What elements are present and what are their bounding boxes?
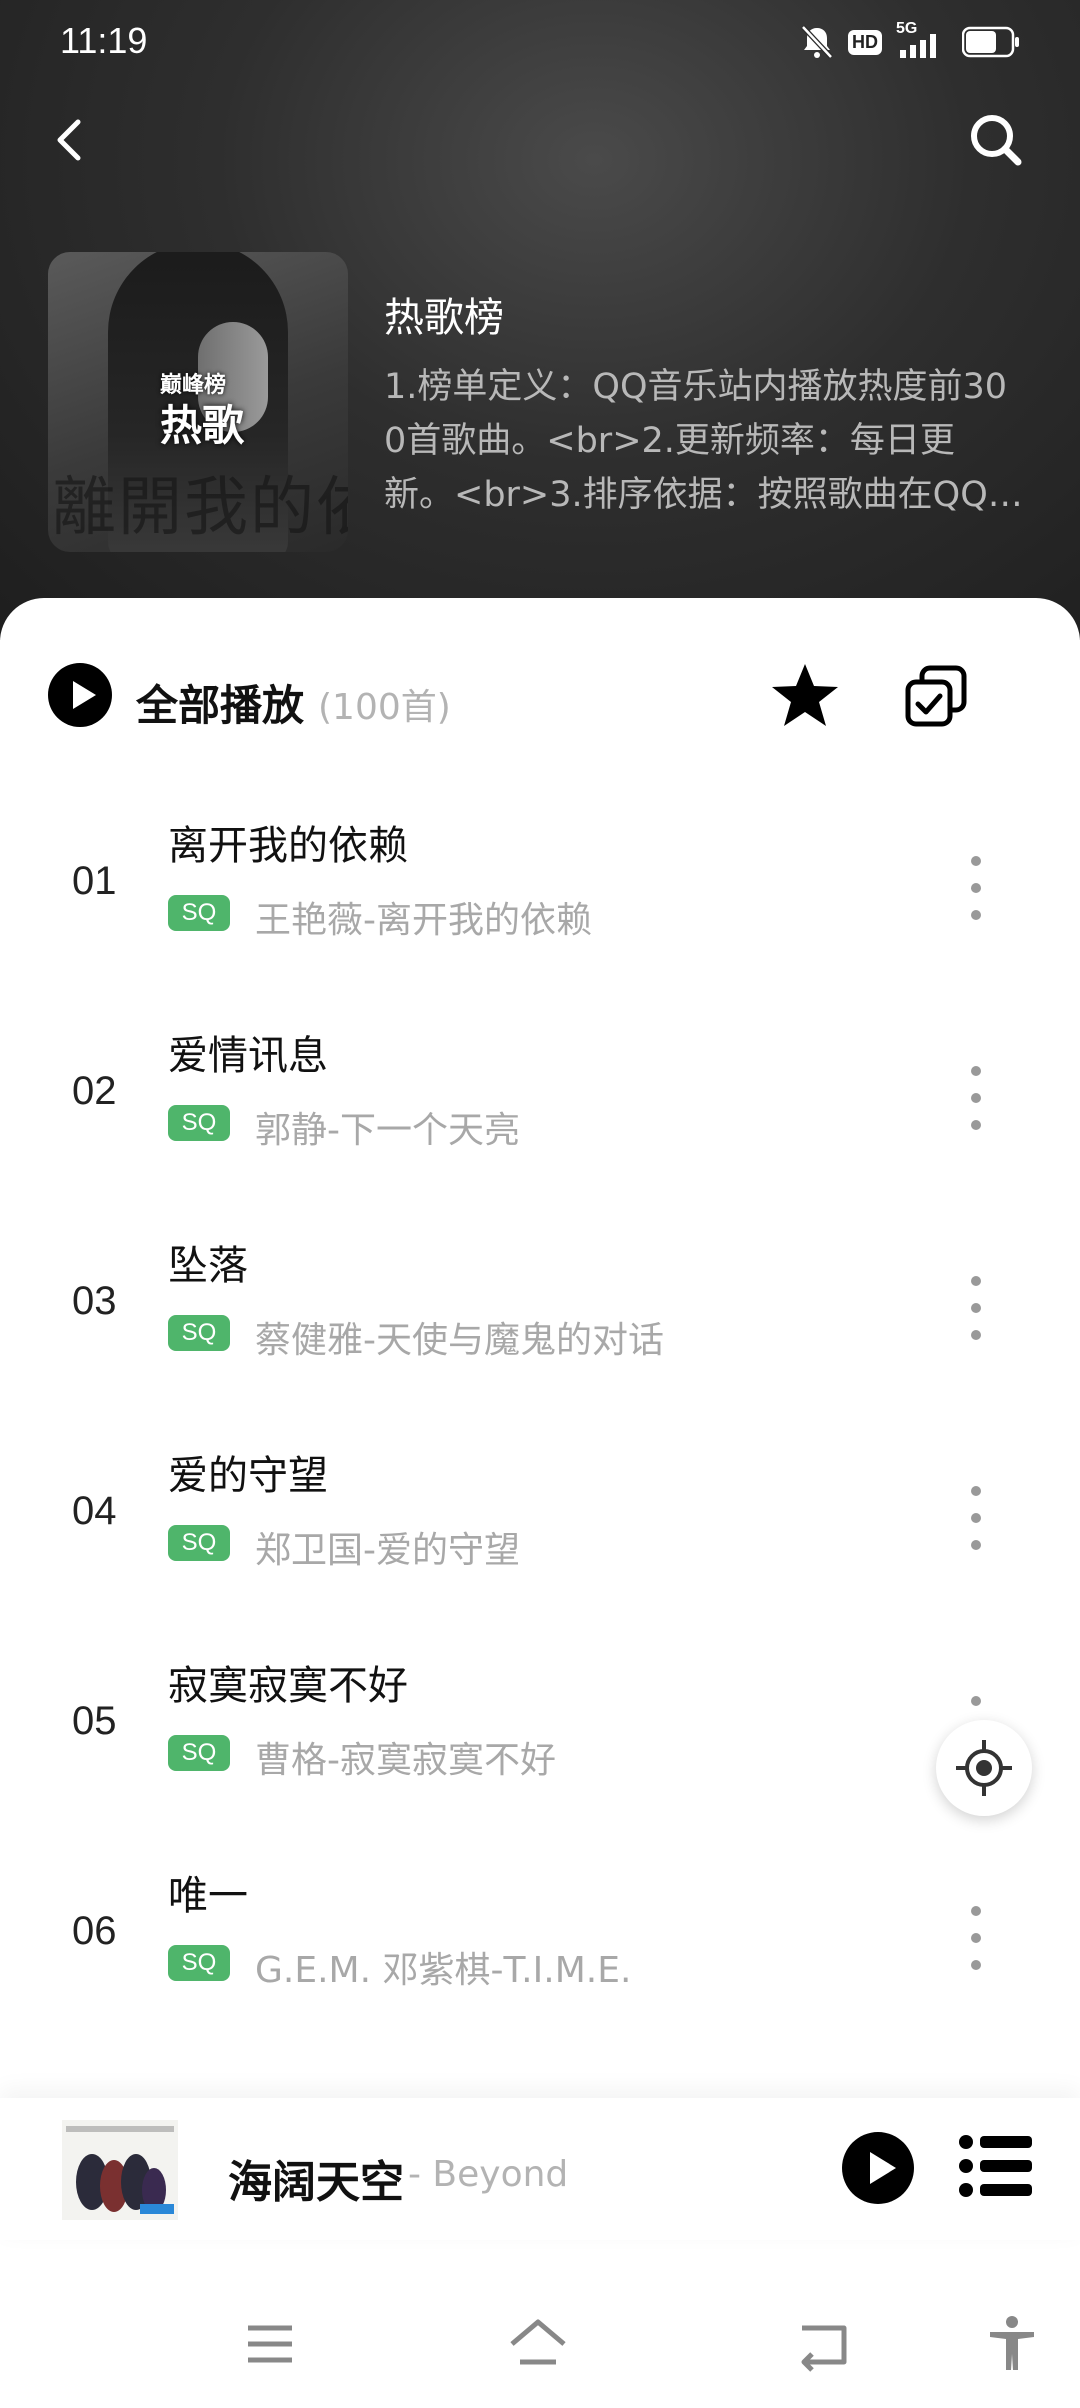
song-row[interactable]: 01 离开我的依赖 SQ 王艳薇-离开我的依赖 (0, 773, 1080, 983)
song-title: 爱情讯息 (168, 1033, 328, 1079)
song-count: (100首) (318, 687, 451, 728)
now-playing-cover[interactable] (62, 2120, 178, 2220)
play-icon[interactable] (842, 2132, 914, 2204)
more-vertical-icon[interactable] (956, 1271, 996, 1345)
sq-quality-badge: SQ (168, 1315, 230, 1351)
now-playing-artist: - Beyond (408, 2154, 569, 2195)
back-icon[interactable] (796, 2314, 856, 2374)
bell-off-icon (801, 25, 833, 59)
status-time: 11:19 (60, 20, 148, 61)
song-artist-album: 王艳薇-离开我的依赖 (255, 900, 592, 941)
song-list: 01 离开我的依赖 SQ 王艳薇-离开我的依赖 02 爱情讯息 SQ 郭静-下一… (0, 773, 1080, 2033)
status-icons: HD 5G (800, 20, 1020, 64)
accessibility-icon[interactable] (982, 2314, 1042, 2374)
song-artist-album: G.E.M. 邓紫棋-T.I.M.E. (255, 1950, 632, 1991)
search-icon[interactable] (960, 104, 1032, 176)
song-rank: 02 (72, 1069, 117, 1113)
multi-select-icon[interactable] (904, 664, 968, 728)
song-row[interactable]: 06 唯一 SQ G.E.M. 邓紫棋-T.I.M.E. (0, 1823, 1080, 2033)
more-vertical-icon[interactable] (956, 1901, 996, 1975)
play-all-icon[interactable] (48, 663, 112, 727)
menu-icon[interactable] (240, 2314, 300, 2374)
song-row[interactable]: 02 爱情讯息 SQ 郭静-下一个天亮 (0, 983, 1080, 1193)
song-rank: 04 (72, 1489, 117, 1533)
sq-quality-badge: SQ (168, 895, 230, 931)
song-title: 离开我的依赖 (168, 823, 408, 869)
more-vertical-icon[interactable] (956, 1481, 996, 1555)
song-row[interactable]: 03 坠落 SQ 蔡健雅-天使与魔鬼的对话 (0, 1193, 1080, 1403)
cover-title: 热歌 (160, 401, 245, 450)
song-artist-album: 蔡健雅-天使与魔鬼的对话 (255, 1320, 664, 1361)
locate-current-song-button[interactable] (936, 1720, 1032, 1816)
mini-player[interactable]: 海阔天空 - Beyond (0, 2098, 1080, 2240)
song-title: 坠落 (168, 1243, 248, 1289)
home-icon[interactable] (508, 2314, 568, 2374)
song-artist-album: 曹格-寂寞寂寞不好 (255, 1740, 556, 1781)
song-title: 寂寞寂寞不好 (168, 1663, 408, 1709)
sq-quality-badge: SQ (168, 1105, 230, 1141)
cover-background-text: 離開我的依賴 (52, 471, 348, 545)
now-playing-title: 海阔天空 (228, 2157, 404, 2208)
playlist-icon[interactable] (958, 2134, 1034, 2198)
song-rank: 03 (72, 1279, 117, 1323)
chart-title: 热歌榜 (384, 295, 504, 341)
hd-icon: HD (848, 29, 882, 55)
song-row[interactable]: 04 爱的守望 SQ 郑卫国-爱的守望 (0, 1403, 1080, 1613)
song-row[interactable]: 05 寂寞寂寞不好 SQ 曹格-寂寞寂寞不好 (0, 1613, 1080, 1823)
song-rank: 06 (72, 1909, 117, 1953)
star-icon[interactable] (770, 660, 840, 730)
song-rank: 05 (72, 1699, 117, 1743)
sq-quality-badge: SQ (168, 1525, 230, 1561)
song-title: 爱的守望 (168, 1453, 328, 1499)
play-all-button[interactable]: 全部播放 (136, 672, 304, 733)
song-rank: 01 (72, 859, 117, 903)
song-title: 唯一 (168, 1873, 248, 1919)
play-all-row: 全部播放 (100首) (0, 598, 1080, 798)
sq-quality-badge: SQ (168, 1735, 230, 1771)
sq-quality-badge: SQ (168, 1945, 230, 1981)
system-navigation-bar (0, 2270, 1080, 2408)
more-vertical-icon[interactable] (956, 851, 996, 925)
more-vertical-icon[interactable] (956, 1061, 996, 1135)
battery-icon (962, 26, 1019, 58)
song-artist-album: 郑卫国-爱的守望 (255, 1530, 520, 1571)
chart-header: 11:19 HD 5G 巅峰榜 热歌 離開我的 热歌榜 1.榜单定义：QQ音乐站… (0, 0, 1080, 640)
status-bar: 11:19 HD 5G (0, 0, 1080, 84)
locate-icon (956, 1740, 1012, 1796)
5g-signal-icon: 5G (896, 20, 948, 60)
chevron-left-icon[interactable] (38, 104, 102, 176)
song-artist-album: 郭静-下一个天亮 (255, 1110, 520, 1151)
chart-cover-image: 巅峰榜 热歌 離開我的依賴 (48, 252, 348, 552)
chart-description[interactable]: 1.榜单定义：QQ音乐站内播放热度前300首歌曲。<br>2.更新频率：每日更新… (384, 360, 1024, 522)
